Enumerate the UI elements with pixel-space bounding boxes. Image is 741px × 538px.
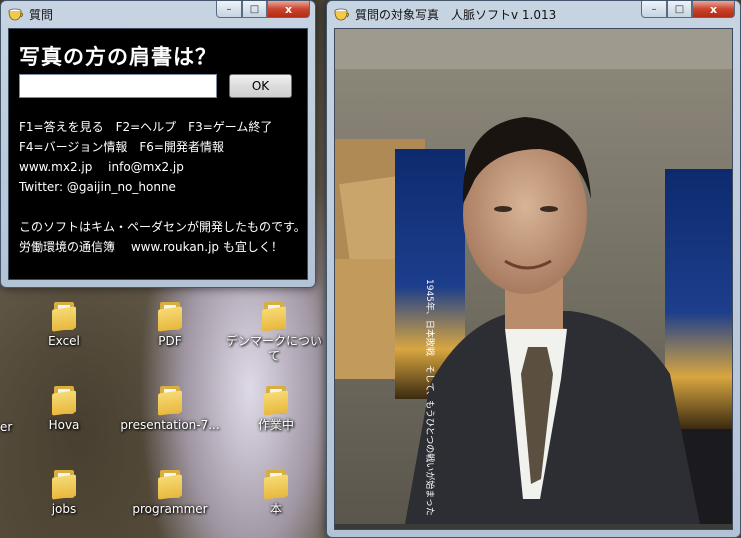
desktop-icon-label: 作業中	[257, 418, 294, 432]
desktop-icon-denmark[interactable]: デンマークについて	[222, 300, 326, 364]
desktop-icon-label: PDF	[158, 334, 182, 348]
minimize-button[interactable]: –	[216, 1, 242, 18]
folder-icon	[52, 468, 76, 500]
maximize-icon: □	[249, 3, 260, 15]
close-icon: x	[284, 2, 293, 16]
info-line-blank	[19, 197, 306, 217]
folder-icon	[158, 384, 182, 416]
answer-input[interactable]	[19, 74, 217, 98]
info-line-twitter: Twitter: @gaijin_no_honne	[19, 180, 176, 194]
minimize-icon: –	[226, 3, 232, 15]
maximize-button[interactable]: □	[667, 1, 692, 18]
desktop-icon-label: presentation-7...	[120, 418, 220, 432]
desktop-icon-hova[interactable]: Hova	[16, 384, 112, 433]
desktop-icon-pdf[interactable]: PDF	[122, 300, 218, 349]
caption-buttons: – □ x	[641, 1, 735, 19]
folder-icon	[264, 384, 288, 416]
folder-icon	[158, 468, 182, 500]
poster-text: 1945年、日本敗戦 そして、もうひとつの戦いが始まった	[424, 279, 436, 516]
photo-window-client: 1945年、日本敗戦 そして、もうひとつの戦いが始まった	[334, 28, 733, 530]
quiz-window: 質問 – □ x 写真の方の肩書は？ OK F1=答えを見る F2=ヘルプ F3…	[0, 0, 316, 288]
folder-icon	[158, 300, 182, 332]
desktop-icon-jobs[interactable]: jobs	[16, 468, 112, 517]
info-text: F1=答えを見る F2=ヘルプ F3=ゲーム終了 F4=バージョン情報 F6=開…	[19, 117, 306, 257]
photo-window: 質問の対象写真 人脈ソフトv 1.013 – □ x 1945年、日本敗戦 そし…	[326, 0, 741, 538]
photo-window-titlebar[interactable]: 質問の対象写真 人脈ソフトv 1.013 – □ x	[327, 1, 740, 27]
desktop-icon-sagyouchuu[interactable]: 作業中	[228, 384, 324, 433]
desktop-icon-label: programmer	[132, 502, 208, 516]
desktop-icon-label: er	[0, 420, 13, 434]
quiz-window-client: 写真の方の肩書は？ OK F1=答えを見る F2=ヘルプ F3=ゲーム終了 F4…	[8, 28, 308, 280]
desktop-icon-label: jobs	[51, 502, 77, 516]
caption-buttons: – □ x	[216, 1, 310, 19]
maximize-icon: □	[674, 3, 685, 15]
desktop-icon-hon[interactable]: 本	[228, 468, 324, 517]
teacup-icon	[334, 8, 349, 21]
close-button[interactable]: x	[692, 1, 735, 18]
desktop-icon-label: Hova	[48, 418, 80, 432]
quiz-window-title: 質問	[29, 8, 54, 22]
folder-icon	[52, 384, 76, 416]
ok-button[interactable]: OK	[229, 74, 292, 98]
info-line-contact: www.mx2.jp info@mx2.jp	[19, 160, 184, 174]
question-text: 写真の方の肩書は？	[19, 45, 217, 69]
desktop-icon-presentation[interactable]: presentation-7...	[118, 384, 222, 433]
quiz-window-titlebar[interactable]: 質問 – □ x	[1, 1, 315, 27]
info-line-roukan: 労働環境の通信簿 www.roukan.jp も宜しく！	[19, 240, 283, 254]
minimize-icon: –	[651, 3, 657, 15]
info-line-developer: このソフトはキム・ペーダセンが開発したものです。	[19, 220, 306, 234]
close-icon: x	[709, 2, 718, 16]
desktop-icon-label: Excel	[48, 334, 80, 348]
close-button[interactable]: x	[267, 1, 310, 18]
subject-photo: 1945年、日本敗戦 そして、もうひとつの戦いが始まった	[335, 29, 732, 524]
teacup-icon	[8, 8, 23, 21]
folder-icon	[264, 468, 288, 500]
folder-icon	[52, 300, 76, 332]
desktop-icon-label: 本	[269, 502, 282, 516]
info-line-shortcuts: F1=答えを見る F2=ヘルプ F3=ゲーム終了	[19, 120, 273, 134]
info-line-version: F4=バージョン情報 F6=開発者情報	[19, 140, 224, 154]
desktop-icon-excel[interactable]: Excel	[16, 300, 112, 349]
photo-window-title: 質問の対象写真 人脈ソフトv 1.013	[355, 8, 557, 22]
minimize-button[interactable]: –	[641, 1, 667, 18]
maximize-button[interactable]: □	[242, 1, 267, 18]
folder-icon	[262, 300, 286, 332]
desktop-icon-label: デンマークについて	[225, 334, 322, 363]
desktop-icon-programmer[interactable]: programmer	[122, 468, 218, 517]
